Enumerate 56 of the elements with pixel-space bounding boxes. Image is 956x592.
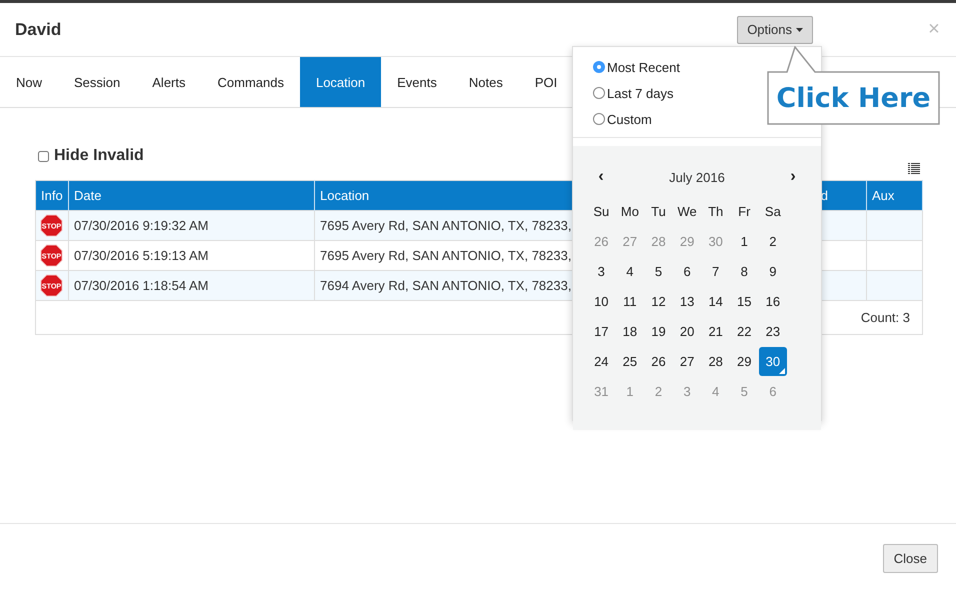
calendar-day[interactable]: 29 (730, 346, 758, 376)
calendar-day[interactable]: 1 (730, 226, 758, 256)
tab[interactable]: Location (300, 57, 382, 107)
table-cell: 7695 Avery Rd, SAN ANTONIO, TX, 78233, (314, 240, 572, 270)
calendar-day[interactable]: 20 (673, 316, 702, 346)
calendar-day[interactable]: 16 (758, 286, 787, 316)
calendar-day[interactable]: 7 (702, 256, 730, 286)
calendar-day[interactable]: 24 (587, 346, 616, 376)
calendar-day[interactable]: 25 (616, 346, 644, 376)
calendar-day[interactable]: 3 (587, 256, 616, 286)
column-header: Info (36, 180, 68, 210)
calendar-day[interactable]: 26 (644, 346, 672, 376)
calendar-day[interactable]: 17 (587, 316, 616, 346)
calendar-day[interactable]: 4 (616, 256, 644, 286)
calendar-day[interactable]: 6 (673, 256, 702, 286)
table-cell: 07/30/2016 9:19:32 AM (68, 210, 314, 240)
calendar-day[interactable]: 14 (702, 286, 730, 316)
column-header: Location (314, 180, 572, 210)
table-cell: 7695 Avery Rd, SAN ANTONIO, TX, 78233, (314, 210, 572, 240)
radio-icon[interactable] (593, 61, 605, 73)
column-header: Aux (866, 180, 922, 210)
radio-option[interactable]: Most Recent (593, 57, 680, 77)
options-button[interactable]: Options (737, 16, 813, 44)
table-cell: 7694 Avery Rd, SAN ANTONIO, TX, 78233, (314, 270, 572, 300)
calendar-day[interactable]: 11 (616, 286, 644, 316)
list-icon[interactable] (908, 163, 920, 174)
row-count: Count: 3 (860, 310, 910, 325)
calendar-day[interactable]: 18 (616, 316, 644, 346)
calendar-day[interactable]: 19 (644, 316, 672, 346)
calendar-day[interactable]: 13 (673, 286, 702, 316)
calendar-day[interactable]: 22 (730, 316, 758, 346)
calendar-day[interactable]: 21 (702, 316, 730, 346)
radio-option[interactable]: Last 7 days (593, 83, 674, 103)
calendar-day[interactable]: 8 (730, 256, 758, 286)
calendar-day[interactable]: 2 (758, 226, 787, 256)
close-button[interactable]: Close (882, 544, 938, 572)
table-cell: 07/30/2016 1:18:54 AM (68, 270, 314, 300)
table-cell: 07/30/2016 5:19:13 AM (68, 240, 314, 270)
radio-option[interactable]: Custom (593, 109, 652, 129)
radio-icon[interactable] (593, 113, 605, 125)
caret-icon (796, 28, 803, 32)
radio-icon[interactable] (593, 87, 605, 99)
calendar-day[interactable]: 9 (758, 256, 787, 286)
calendar-day[interactable]: 15 (730, 286, 758, 316)
calendar-day[interactable]: 10 (587, 286, 616, 316)
checkbox-label: Hide Invalid (54, 147, 144, 165)
column-header: Date (68, 180, 314, 210)
checkbox[interactable] (38, 150, 49, 162)
calendar-day[interactable]: 27 (673, 346, 702, 376)
calendar-day[interactable]: 12 (644, 286, 672, 316)
calendar-day[interactable]: 23 (758, 316, 787, 346)
calendar-day[interactable]: 30 (758, 346, 787, 376)
callout: Click Here (767, 46, 942, 127)
calendar-day[interactable]: 28 (702, 346, 730, 376)
modal-title: David (15, 20, 62, 40)
calendar-day[interactable]: 5 (644, 256, 672, 286)
